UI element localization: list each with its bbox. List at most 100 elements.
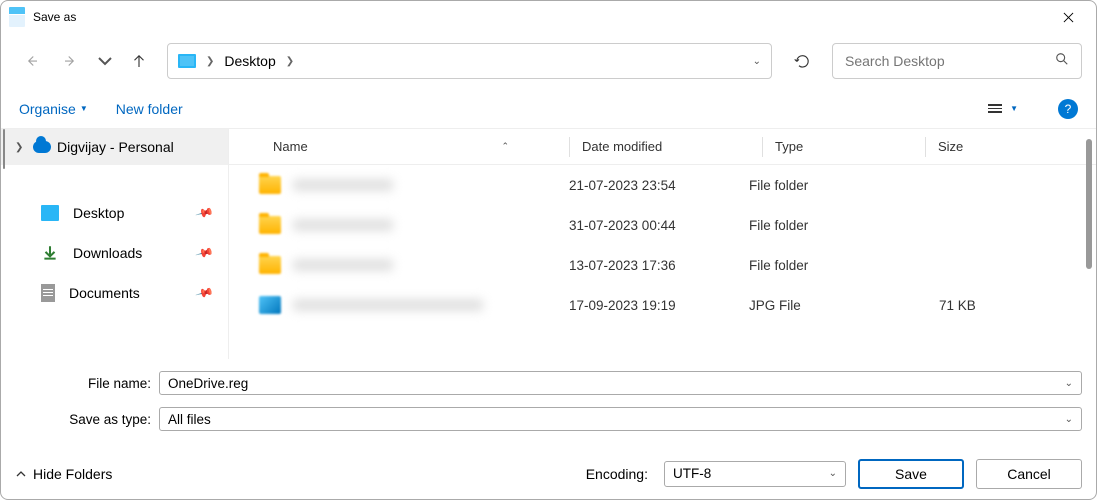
folder-icon [259, 216, 281, 234]
sidebar-scrollbar[interactable] [3, 129, 5, 169]
sidebar-item-desktop[interactable]: Desktop 📌 [1, 193, 228, 233]
column-header-size[interactable]: Size [938, 139, 1096, 154]
file-name-redacted [293, 219, 393, 231]
navigation-bar: ❯ Desktop ❯ ⌄ [1, 33, 1096, 89]
arrow-right-icon [62, 52, 80, 70]
tree-item-onedrive-personal[interactable]: ❯ Digvijay - Personal [1, 129, 228, 165]
save-as-type-field[interactable]: All files ⌄ [159, 407, 1082, 431]
help-button[interactable]: ? [1058, 99, 1078, 119]
hide-folders-button[interactable]: Hide Folders [15, 466, 112, 482]
pin-icon: 📌 [195, 283, 215, 303]
sidebar-item-label: Desktop [73, 205, 124, 221]
refresh-icon [794, 53, 811, 70]
refresh-button[interactable] [784, 43, 820, 79]
downloads-icon [41, 245, 59, 261]
nav-arrows [15, 45, 155, 77]
view-options-button[interactable]: ▼ [988, 104, 1018, 113]
file-date: 13-07-2023 17:36 [569, 258, 749, 273]
file-type: File folder [749, 178, 899, 193]
chevron-down-icon[interactable]: ⌄ [829, 468, 837, 479]
column-headers: Name ⌃ Date modified Type Size [229, 129, 1096, 165]
forward-button[interactable] [55, 45, 87, 77]
chevron-down-icon[interactable]: ⌄ [1065, 378, 1073, 389]
new-folder-label: New folder [116, 101, 183, 117]
col-label: Name [273, 139, 308, 154]
sidebar-item-label: Documents [69, 285, 140, 301]
command-bar: Organise ▼ New folder ▼ ? [1, 89, 1096, 129]
file-name-value: OneDrive.reg [168, 376, 248, 391]
column-header-type[interactable]: Type [775, 139, 925, 154]
sidebar-item-downloads[interactable]: Downloads 📌 [1, 233, 228, 273]
footer: Hide Folders Encoding: UTF-8⌄ Save Cance… [1, 447, 1096, 499]
chevron-down-icon [96, 52, 114, 70]
encoding-value: UTF-8 [673, 466, 711, 481]
list-view-icon [988, 104, 1002, 113]
file-name-field[interactable]: OneDrive.reg ⌄ [159, 371, 1082, 395]
file-list: Name ⌃ Date modified Type Size 21-07-2023… [229, 129, 1096, 359]
close-icon [1063, 12, 1074, 23]
save-as-dialog: Save as ❯ Desktop ❯ ⌄ Organise▼ Ne [0, 0, 1097, 500]
notepad-icon [9, 7, 25, 27]
desktop-icon [41, 205, 59, 221]
search-box[interactable] [832, 43, 1082, 79]
sidebar-item-documents[interactable]: Documents 📌 [1, 273, 228, 313]
caret-down-icon: ▼ [1010, 104, 1018, 113]
recent-locations-button[interactable] [95, 45, 115, 77]
organise-menu[interactable]: Organise ▼ [19, 101, 88, 117]
arrow-up-icon [130, 52, 148, 70]
arrow-left-icon [22, 52, 40, 70]
file-name-label: File name: [15, 376, 159, 391]
navigation-pane: ❯ Digvijay - Personal Desktop 📌 Download… [1, 129, 229, 359]
folder-icon [259, 176, 281, 194]
chevron-right-icon[interactable]: ❯ [15, 142, 27, 153]
address-bar[interactable]: ❯ Desktop ❯ ⌄ [167, 43, 772, 79]
cancel-button[interactable]: Cancel [976, 459, 1082, 489]
sort-asc-icon: ⌃ [501, 141, 509, 152]
file-name-redacted [293, 299, 483, 311]
column-header-date[interactable]: Date modified [582, 139, 762, 154]
file-type: File folder [749, 258, 899, 273]
list-item[interactable]: 21-07-2023 23:54 File folder [229, 165, 1096, 205]
list-item[interactable]: 13-07-2023 17:36 File folder [229, 245, 1096, 285]
caret-down-icon: ▼ [80, 104, 88, 113]
up-button[interactable] [123, 45, 155, 77]
onedrive-icon [33, 141, 51, 153]
desktop-icon [178, 54, 196, 68]
save-as-type-value: All files [168, 412, 211, 427]
chevron-down-icon[interactable]: ⌄ [1065, 414, 1073, 425]
chevron-right-icon: ❯ [206, 56, 214, 67]
chevron-right-icon: ❯ [286, 56, 294, 67]
file-name-redacted [293, 259, 393, 271]
search-input[interactable] [845, 53, 1055, 69]
close-button[interactable] [1048, 3, 1088, 31]
save-button[interactable]: Save [858, 459, 964, 489]
jpg-file-icon [259, 296, 281, 314]
file-date: 17-09-2023 19:19 [569, 298, 749, 313]
chevron-down-icon[interactable]: ⌄ [753, 56, 761, 67]
list-item[interactable]: 31-07-2023 00:44 File folder [229, 205, 1096, 245]
file-type: JPG File [749, 298, 899, 313]
pin-icon: 📌 [195, 203, 215, 223]
hide-folders-label: Hide Folders [33, 466, 112, 482]
file-date: 31-07-2023 00:44 [569, 218, 749, 233]
window-title: Save as [33, 10, 76, 24]
search-icon [1055, 52, 1069, 71]
sidebar-item-label: Downloads [73, 245, 142, 261]
breadcrumb-desktop[interactable]: Desktop [224, 53, 275, 69]
list-scrollbar[interactable] [1086, 139, 1092, 269]
documents-icon [41, 284, 55, 302]
back-button[interactable] [15, 45, 47, 77]
column-header-name[interactable]: Name ⌃ [229, 139, 569, 154]
new-folder-button[interactable]: New folder [116, 101, 183, 117]
quick-access: Desktop 📌 Downloads 📌 Documents 📌 [1, 165, 228, 313]
file-name-redacted [293, 179, 393, 191]
file-type: File folder [749, 218, 899, 233]
encoding-select[interactable]: UTF-8 ⌄ [664, 461, 846, 487]
organise-label: Organise [19, 101, 76, 117]
save-as-type-label: Save as type: [15, 412, 159, 427]
titlebar: Save as [1, 1, 1096, 33]
chevron-up-icon [15, 468, 27, 480]
list-item[interactable]: 17-09-2023 19:19 JPG File 71 KB [229, 285, 1096, 325]
folder-icon [259, 256, 281, 274]
help-icon: ? [1065, 102, 1072, 116]
